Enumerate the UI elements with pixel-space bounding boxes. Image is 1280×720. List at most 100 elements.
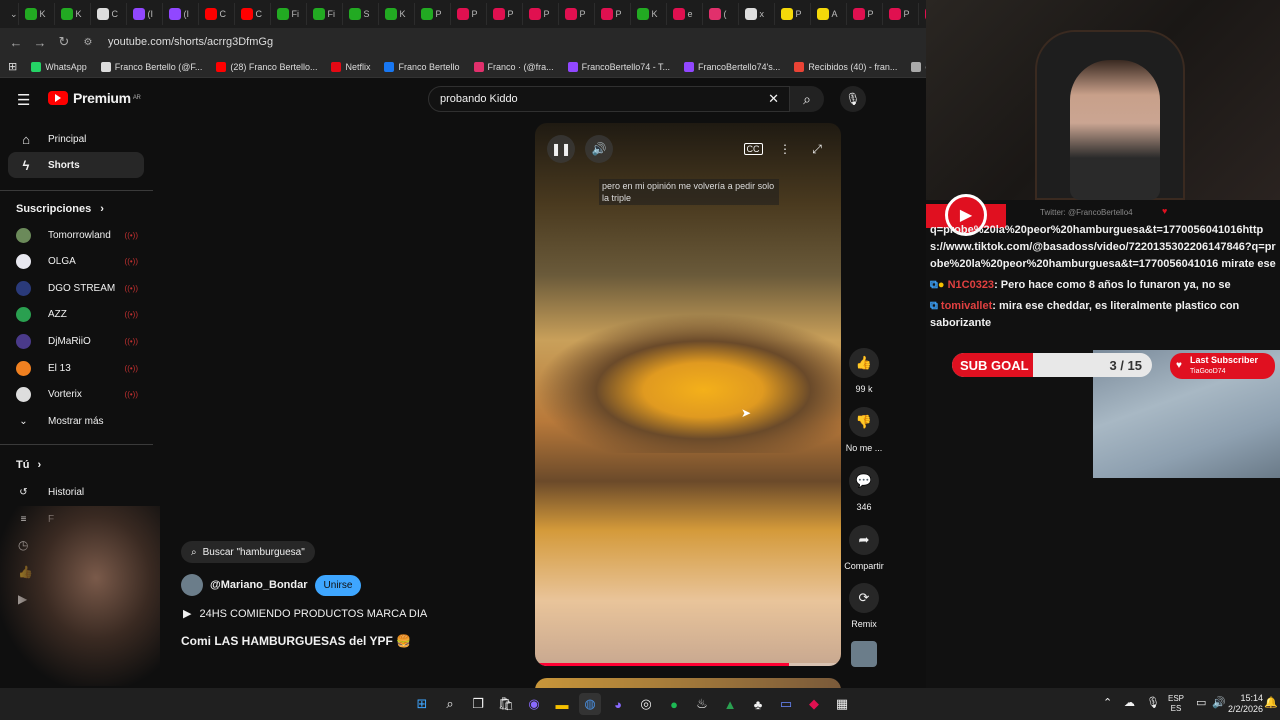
browser-tab[interactable]: P bbox=[775, 3, 811, 25]
browser-tab[interactable]: C bbox=[235, 3, 271, 25]
voice-search-button[interactable]: 🎙 bbox=[840, 86, 866, 112]
spotify-icon[interactable]: ● bbox=[663, 693, 685, 715]
browser-tab[interactable]: P bbox=[523, 3, 559, 25]
browser-tab[interactable]: K bbox=[379, 3, 415, 25]
join-button[interactable]: Unirse bbox=[314, 574, 362, 596]
bookmark-item[interactable]: FrancoBertello74's... bbox=[684, 61, 780, 72]
browser-tab[interactable]: K bbox=[631, 3, 667, 25]
subscription-item[interactable]: El 13 ((•)) bbox=[16, 356, 138, 380]
app-icon[interactable]: ▭ bbox=[775, 693, 797, 715]
forward-icon[interactable]: → bbox=[28, 35, 52, 50]
bookmark-item[interactable]: Franco · (@fra... bbox=[473, 61, 554, 72]
browser-tab[interactable]: A bbox=[811, 3, 847, 25]
windows-start-icon[interactable]: ⊞ bbox=[411, 693, 433, 715]
file-explorer-icon[interactable]: ▬ bbox=[551, 693, 573, 715]
url-field[interactable]: youtube.com/shorts/acrrg3DfmGg bbox=[108, 36, 273, 48]
browser-tab[interactable]: P bbox=[847, 3, 883, 25]
show-more-button[interactable]: ⌄ Mostrar más bbox=[16, 409, 136, 433]
subscription-item[interactable]: Vorterix ((•)) bbox=[16, 383, 138, 407]
task-view-icon[interactable]: ❐ bbox=[467, 693, 489, 715]
discord-icon[interactable]: ◕ bbox=[607, 693, 629, 715]
site-info-icon[interactable]: ⚙ bbox=[76, 37, 100, 48]
subscriptions-header[interactable]: Suscripciones › bbox=[16, 203, 104, 215]
browser-tab[interactable]: P bbox=[415, 3, 451, 25]
browser-tab[interactable]: C bbox=[91, 3, 127, 25]
subscription-item[interactable]: OLGA ((•)) bbox=[16, 250, 138, 274]
dislike-button[interactable]: 👎 No me ... bbox=[842, 407, 886, 453]
like-button[interactable]: 👍 99 k bbox=[842, 348, 886, 394]
bookmark-item[interactable]: Netflix bbox=[331, 61, 370, 72]
you-header[interactable]: Tú › bbox=[16, 459, 41, 471]
browser-tab[interactable]: C bbox=[199, 3, 235, 25]
calculator-icon[interactable]: ▦ bbox=[831, 693, 853, 715]
display-icon[interactable]: ▭ bbox=[1196, 696, 1206, 709]
browser-tab[interactable]: e bbox=[667, 3, 703, 25]
bookmark-item[interactable]: WhatsApp bbox=[31, 61, 87, 72]
browser-tab[interactable]: P bbox=[451, 3, 487, 25]
channel-avatar[interactable] bbox=[181, 574, 203, 596]
audio-source-thumbnail[interactable] bbox=[851, 641, 877, 667]
clear-search-icon[interactable]: ✕ bbox=[768, 91, 779, 107]
captions-button[interactable]: CC bbox=[739, 135, 767, 163]
bookmark-item[interactable]: (28) Franco Bertello... bbox=[216, 61, 317, 72]
browser-tab[interactable]: P bbox=[487, 3, 523, 25]
mic-icon[interactable]: 🎙 bbox=[1146, 696, 1160, 709]
subscription-item[interactable]: DGO STREAM ((•)) bbox=[16, 276, 138, 300]
app-icon[interactable]: ◆ bbox=[803, 693, 825, 715]
more-options-button[interactable]: ⋮ bbox=[771, 135, 799, 163]
network-icon[interactable]: ☁ bbox=[1124, 696, 1135, 709]
browser-tab[interactable]: P bbox=[595, 3, 631, 25]
bookmark-item[interactable]: FrancoBertello74 - T... bbox=[567, 61, 670, 72]
clock[interactable]: 15:14 2/2/2026 bbox=[1228, 693, 1263, 715]
browser-tab[interactable]: x bbox=[739, 3, 775, 25]
browser-tab[interactable]: (I bbox=[127, 3, 163, 25]
search-button[interactable]: ⌕ bbox=[790, 86, 824, 112]
steam-icon[interactable]: ♨ bbox=[691, 693, 713, 715]
app-icon[interactable]: ◉ bbox=[523, 693, 545, 715]
subscription-item[interactable]: AZZ ((•)) bbox=[16, 303, 138, 327]
browser-tab[interactable]: K bbox=[55, 3, 91, 25]
video-progress-bar[interactable] bbox=[535, 663, 841, 666]
bookmark-item[interactable]: Recibidos (40) - fran... bbox=[794, 61, 897, 72]
bookmark-item[interactable]: Franco Bertello bbox=[384, 61, 460, 72]
sidebar-item-shorts[interactable]: ϟ Shorts bbox=[8, 152, 144, 178]
browser-tab[interactable]: ( bbox=[703, 3, 739, 25]
search-icon[interactable]: ⌕ bbox=[439, 693, 461, 715]
browser-tab[interactable]: P bbox=[883, 3, 919, 25]
store-icon[interactable]: 🛍 bbox=[495, 693, 517, 715]
channel-name[interactable]: @Mariano_Bondar bbox=[210, 579, 308, 591]
app-icon[interactable]: ♣ bbox=[747, 693, 769, 715]
browser-tab[interactable]: (I bbox=[163, 3, 199, 25]
chrome-icon[interactable]: ◍ bbox=[579, 693, 601, 715]
browser-tab[interactable]: K bbox=[19, 3, 55, 25]
remix-button[interactable]: ⟳ Remix bbox=[842, 583, 886, 629]
pause-button[interactable]: ❚❚ bbox=[547, 135, 575, 163]
language-indicator[interactable]: ESP ES bbox=[1168, 694, 1184, 714]
volume-button[interactable]: 🔊 bbox=[585, 135, 613, 163]
back-icon[interactable]: ← bbox=[4, 35, 28, 50]
fullscreen-button[interactable]: ⤢ bbox=[803, 135, 831, 163]
browser-tab[interactable]: S bbox=[343, 3, 379, 25]
reload-icon[interactable]: ↻ bbox=[52, 34, 76, 50]
browser-tab[interactable]: Fi bbox=[271, 3, 307, 25]
subscription-item[interactable]: DjMaRiiO ((•)) bbox=[16, 329, 138, 353]
obs-icon[interactable]: ◎ bbox=[635, 693, 657, 715]
search-input[interactable]: probando Kiddo ✕ bbox=[428, 86, 790, 112]
browser-tab[interactable]: P bbox=[559, 3, 595, 25]
tray-chevron-icon[interactable]: ⌃ bbox=[1103, 696, 1112, 709]
comments-button[interactable]: 💬 346 bbox=[842, 466, 886, 512]
browser-tab[interactable]: Fi bbox=[307, 3, 343, 25]
tab-list-dropdown[interactable]: ⌄ bbox=[4, 3, 19, 25]
speaker-icon[interactable]: 🔊 bbox=[1212, 696, 1226, 709]
playlist-link[interactable]: ▶ 24HS COMIENDO PRODUCTOS MARCA DIA bbox=[183, 607, 427, 621]
short-video-player[interactable]: ❚❚ 🔊 CC ⋮ ⤢ pero en mi opinión me volver… bbox=[535, 123, 841, 666]
sidebar-item-principal[interactable]: ⌂ Principal bbox=[8, 126, 144, 152]
notification-icon[interactable]: 🔔 bbox=[1264, 696, 1278, 709]
search-suggestion-chip[interactable]: ⌕ Buscar "hamburguesa" bbox=[181, 541, 315, 563]
sidebar-item-historial[interactable]: ↺ Historial bbox=[16, 480, 136, 504]
app-icon[interactable]: ▲ bbox=[719, 693, 741, 715]
subscription-item[interactable]: Tomorrowland ((•)) bbox=[16, 223, 138, 247]
apps-grid-icon[interactable]: ⊞ bbox=[8, 60, 17, 73]
share-button[interactable]: ➦ Compartir bbox=[842, 525, 886, 571]
bookmark-item[interactable]: Franco Bertello (@F... bbox=[100, 61, 202, 72]
